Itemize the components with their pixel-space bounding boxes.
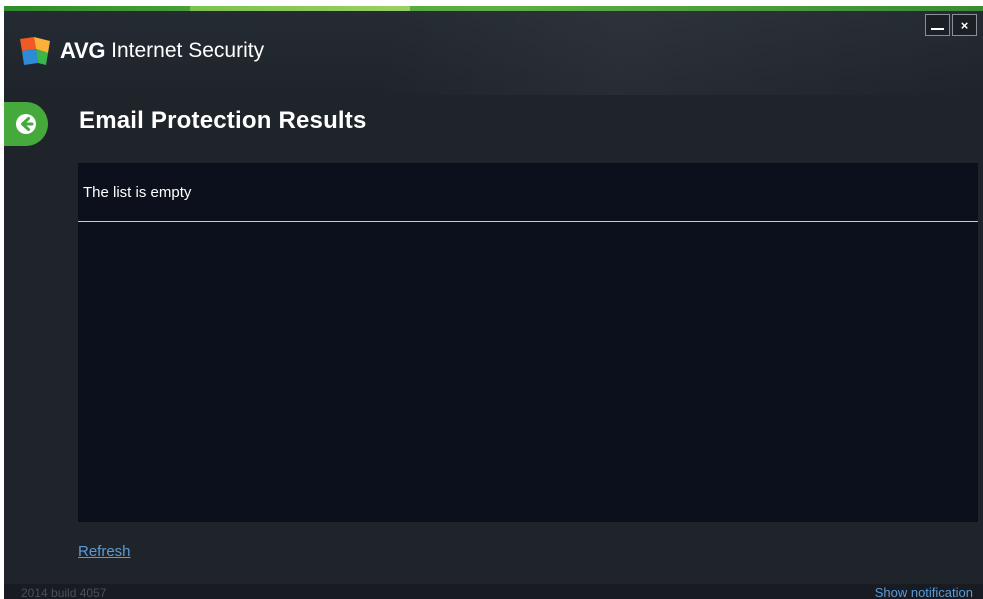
build-info: 2014 build 4057: [21, 586, 107, 599]
title-bar-sheen: [384, 11, 983, 95]
empty-list-message: The list is empty: [83, 183, 192, 201]
avg-logo-icon: [20, 37, 50, 65]
brand-name: AVG: [60, 38, 106, 63]
window-controls: ×: [925, 14, 977, 36]
page-title: Email Protection Results: [79, 107, 367, 134]
refresh-link[interactable]: Refresh: [78, 543, 131, 560]
results-list: The list is empty: [78, 163, 978, 522]
back-button[interactable]: [4, 102, 48, 146]
product-name: Internet Security: [111, 39, 265, 62]
close-icon: ×: [960, 17, 969, 33]
status-bar: [4, 584, 983, 599]
app-window: AVG Internet Security × Email Protection…: [4, 6, 983, 599]
minimize-button[interactable]: [925, 14, 950, 36]
back-arrow-icon: [16, 114, 36, 134]
show-notification-link[interactable]: Show notification: [875, 585, 973, 599]
minimize-icon: [931, 28, 944, 30]
results-list-header: The list is empty: [78, 163, 978, 222]
close-button[interactable]: ×: [952, 14, 977, 36]
app-logo: AVG Internet Security: [18, 35, 264, 67]
